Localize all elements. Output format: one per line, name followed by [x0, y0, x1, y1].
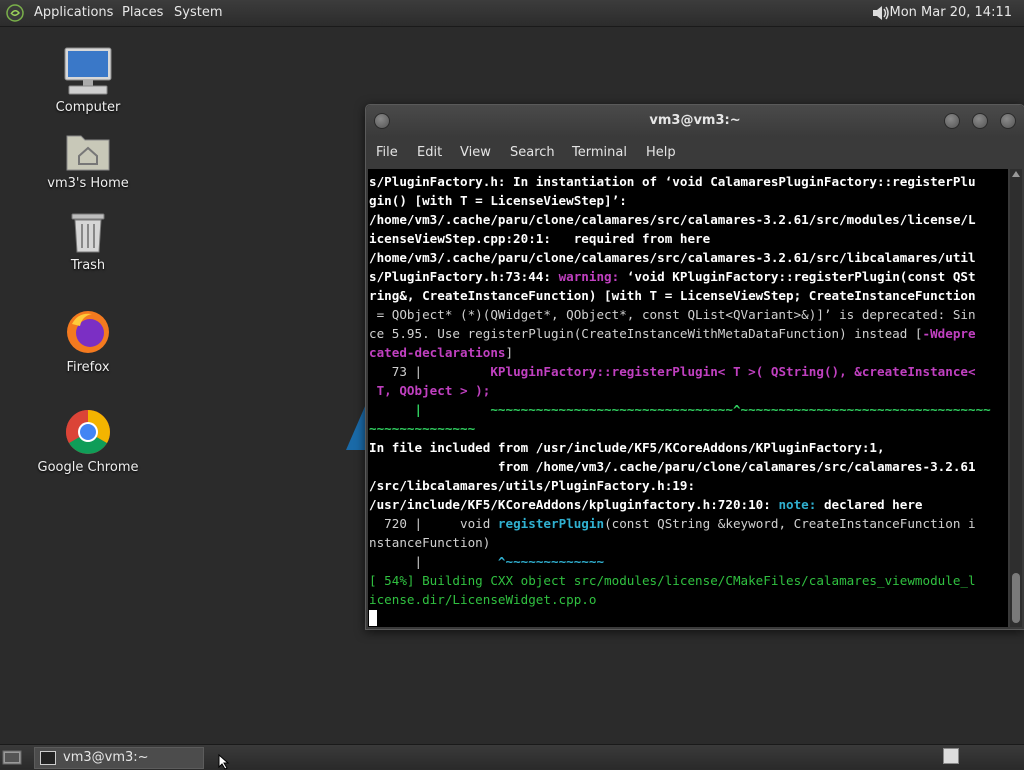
desktop-icon-computer[interactable]: Computer — [28, 46, 148, 115]
terminal-icon — [40, 751, 56, 765]
menu-file[interactable]: File — [376, 145, 398, 160]
desktop-icon-label: Google Chrome — [37, 460, 139, 475]
maximize-icon[interactable] — [972, 113, 988, 129]
chrome-icon — [66, 410, 110, 454]
desktop-icon-label: Trash — [70, 258, 106, 273]
bottom-panel: vm3@vm3:~ — [0, 744, 1024, 769]
menu-terminal[interactable]: Terminal — [572, 145, 627, 160]
desktop-icon-label: Firefox — [66, 360, 110, 375]
volume-icon[interactable] — [870, 3, 890, 23]
firefox-icon — [67, 311, 109, 353]
menu-edit[interactable]: Edit — [417, 145, 442, 160]
scrollbar-thumb[interactable] — [1012, 573, 1020, 623]
menu-search[interactable]: Search — [510, 145, 555, 160]
terminal-output[interactable]: s/PluginFactory.h: In instantiation of ‘… — [368, 169, 1008, 627]
close-icon[interactable] — [1000, 113, 1016, 129]
window-titlebar[interactable]: vm3@vm3:~ — [366, 105, 1024, 137]
menu-help[interactable]: Help — [646, 145, 676, 160]
desktop-icon-label: vm3's Home — [47, 176, 129, 191]
menu-view[interactable]: View — [460, 145, 491, 160]
clock[interactable]: Mon Mar 20, 14:11 — [890, 5, 1012, 20]
menu-system[interactable]: System — [174, 5, 222, 20]
home-folder-icon — [66, 135, 110, 171]
desktop-icon-trash[interactable]: Trash — [28, 210, 148, 273]
terminal-text: s/PluginFactory.h: In instantiation of ‘… — [369, 172, 991, 627]
background-window-edge — [346, 404, 366, 450]
scroll-up-icon[interactable] — [1012, 171, 1020, 177]
terminal-scrollbar[interactable] — [1010, 169, 1022, 627]
taskbar-item-terminal[interactable]: vm3@vm3:~ — [34, 747, 204, 769]
workspace-switcher[interactable] — [943, 748, 959, 764]
desktop-icon-firefox[interactable]: Firefox — [28, 308, 148, 375]
show-desktop-icon[interactable] — [2, 748, 22, 766]
desktop-icon-home[interactable]: vm3's Home — [28, 130, 148, 191]
taskbar-item-label: vm3@vm3:~ — [63, 750, 149, 765]
computer-icon — [64, 47, 112, 95]
minimize-icon[interactable] — [944, 113, 960, 129]
menu-applications[interactable]: Applications — [34, 5, 113, 20]
desktop-icon-label: Computer — [55, 100, 121, 115]
terminal-menubar: File Edit View Search Terminal Help — [366, 141, 1024, 165]
trash-icon — [71, 213, 105, 253]
window-title: vm3@vm3:~ — [649, 113, 741, 128]
menu-places[interactable]: Places — [122, 5, 163, 20]
desktop-icon-chrome[interactable]: Google Chrome — [28, 408, 148, 475]
top-panel: Applications Places System Mon Mar 20, 1… — [0, 0, 1024, 27]
terminal-cursor — [369, 610, 377, 626]
distro-logo-icon[interactable] — [6, 4, 24, 22]
terminal-window[interactable]: vm3@vm3:~ File Edit View Search Terminal… — [365, 104, 1024, 630]
